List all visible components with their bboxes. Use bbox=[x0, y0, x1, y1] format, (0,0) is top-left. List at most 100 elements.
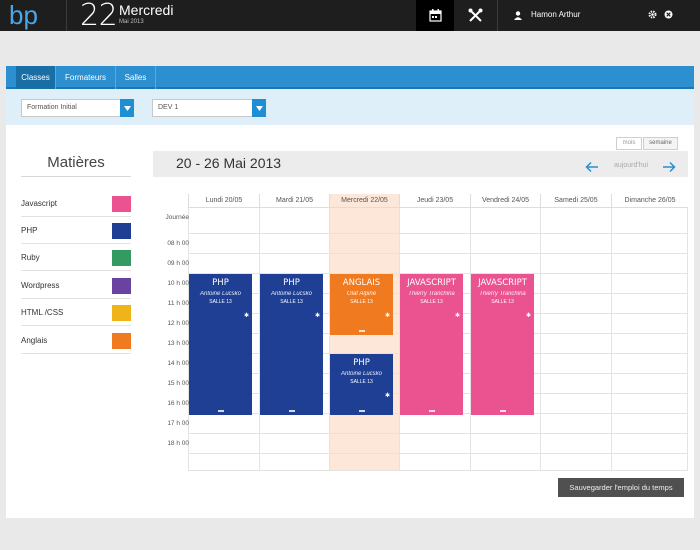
formation-select-value: Formation Initial bbox=[27, 104, 77, 111]
top-bar: bp 22 Mercredi Mai 2013 Hamon Arthur bbox=[0, 0, 700, 33]
chevron-down-icon[interactable] bbox=[252, 99, 266, 117]
gear-icon[interactable]: ✱ bbox=[244, 312, 249, 319]
chevron-down-icon[interactable] bbox=[120, 99, 134, 117]
row-label: 15 h 00 bbox=[167, 380, 189, 387]
formation-select[interactable]: Formation Initial bbox=[21, 99, 134, 117]
event-javascript-friday[interactable]: JAVASCRIPT Thierry Tranchina SALLE 13 ✱ bbox=[471, 274, 534, 415]
tab-classes[interactable]: Classes bbox=[16, 66, 56, 89]
subject-label: PHP bbox=[21, 226, 38, 235]
event-teacher: Thierry Tranchina bbox=[479, 291, 526, 297]
color-swatch[interactable] bbox=[112, 305, 131, 321]
resize-handle[interactable] bbox=[288, 410, 295, 412]
arrow-right-icon[interactable] bbox=[662, 161, 676, 173]
calendar-week-title: 20 - 26 Mai 2013 bbox=[176, 155, 282, 171]
subject-item-html-css[interactable]: HTML /CSS bbox=[21, 300, 131, 326]
event-room: SALLE 13 bbox=[350, 299, 373, 305]
resize-handle[interactable] bbox=[217, 410, 224, 412]
calendar-button[interactable] bbox=[416, 0, 454, 31]
grid-line bbox=[329, 208, 330, 470]
day-header: Mardi 21/05 bbox=[259, 194, 329, 208]
view-month-button[interactable]: mois bbox=[616, 137, 642, 150]
event-php-monday[interactable]: PHP Antoine Lucsko SALLE 13 ✱ bbox=[189, 274, 252, 415]
event-title: PHP bbox=[353, 358, 370, 368]
subject-item-php[interactable]: PHP bbox=[21, 218, 131, 244]
tab-salles[interactable]: Salles bbox=[116, 66, 156, 89]
event-php-wednesday[interactable]: PHP Antoine Lucsko SALLE 13 ✱ bbox=[330, 354, 393, 415]
event-room: SALLE 13 bbox=[280, 299, 303, 305]
calendar-icon bbox=[428, 9, 442, 22]
gear-icon[interactable]: ✱ bbox=[455, 312, 460, 319]
day-header: Samedi 25/05 bbox=[540, 194, 611, 208]
gear-icon[interactable]: ✱ bbox=[315, 312, 320, 319]
subject-label: Anglais bbox=[21, 336, 48, 345]
color-swatch[interactable] bbox=[112, 250, 131, 266]
tools-button[interactable] bbox=[456, 0, 494, 31]
classe-select[interactable]: DEV 1 bbox=[152, 99, 266, 117]
grid-line bbox=[188, 453, 688, 454]
row-label: Journée bbox=[165, 214, 190, 221]
resize-handle[interactable] bbox=[358, 330, 365, 332]
tab-formateurs[interactable]: Formateurs bbox=[56, 66, 116, 89]
event-room: SALLE 13 bbox=[420, 299, 443, 305]
subject-label: Wordpress bbox=[21, 281, 60, 290]
color-swatch[interactable] bbox=[112, 278, 131, 294]
subject-label: Ruby bbox=[21, 253, 40, 262]
color-swatch[interactable] bbox=[112, 333, 131, 349]
divider bbox=[66, 0, 67, 31]
row-label: 11 h 00 bbox=[167, 300, 189, 307]
subject-item-wordpress[interactable]: Wordpress bbox=[21, 273, 131, 299]
app-logo[interactable]: bp bbox=[8, 0, 50, 31]
event-javascript-thursday[interactable]: JAVASCRIPT Thierry Tranchina SALLE 13 ✱ bbox=[400, 274, 463, 415]
event-anglais-wednesday[interactable]: ANGLAIS Olaf Alpine SALLE 13 ✱ bbox=[330, 274, 393, 335]
subject-item-javascript[interactable]: Javascript bbox=[21, 191, 131, 217]
day-header: Vendredi 24/05 bbox=[470, 194, 540, 208]
event-teacher: Antoine Lucsko bbox=[270, 291, 313, 297]
arrow-left-icon[interactable] bbox=[585, 161, 599, 173]
grid-line bbox=[188, 433, 688, 434]
grid-line bbox=[188, 470, 688, 471]
close-icon[interactable] bbox=[664, 10, 673, 19]
event-teacher: Olaf Alpine bbox=[346, 291, 377, 297]
main-panel: Classes Formateurs Salles Formation Init… bbox=[6, 66, 694, 518]
event-title: PHP bbox=[212, 278, 229, 288]
event-title: PHP bbox=[283, 278, 300, 288]
subject-item-ruby[interactable]: Ruby bbox=[21, 245, 131, 271]
gear-icon[interactable]: ✱ bbox=[385, 312, 390, 319]
grid-line bbox=[188, 233, 688, 234]
grid-line bbox=[540, 208, 541, 470]
row-label: 12 h 00 bbox=[167, 320, 189, 327]
row-label: 10 h 00 bbox=[167, 280, 189, 287]
user-icon bbox=[514, 11, 522, 20]
resize-handle[interactable] bbox=[428, 410, 435, 412]
color-swatch[interactable] bbox=[112, 223, 131, 239]
current-month-year: Mai 2013 bbox=[119, 19, 144, 25]
grid-line bbox=[687, 208, 688, 470]
user-name[interactable]: Hamon Arthur bbox=[531, 10, 580, 19]
divider bbox=[497, 0, 498, 31]
day-header: Jeudi 23/05 bbox=[399, 194, 470, 208]
day-header: Lundi 20/05 bbox=[188, 194, 259, 208]
row-label: 17 h 00 bbox=[167, 420, 189, 427]
event-title: JAVASCRIPT bbox=[407, 278, 456, 288]
current-day-number: 22 bbox=[80, 0, 118, 33]
resize-handle[interactable] bbox=[358, 410, 365, 412]
today-link[interactable]: aujourd'hui bbox=[614, 162, 648, 169]
gear-icon[interactable]: ✱ bbox=[385, 392, 390, 399]
row-label: 14 h 00 bbox=[167, 360, 189, 367]
settings-gear-icon[interactable] bbox=[648, 10, 657, 19]
event-teacher: Antoine Lucsko bbox=[340, 371, 383, 377]
event-php-tuesday[interactable]: PHP Antoine Lucsko SALLE 13 ✱ bbox=[260, 274, 323, 415]
subject-item-anglais[interactable]: Anglais bbox=[21, 328, 131, 354]
day-header: Mercredi 22/05 bbox=[329, 194, 399, 208]
view-week-button[interactable]: semaine bbox=[643, 137, 678, 150]
subject-label: HTML /CSS bbox=[21, 308, 64, 317]
color-swatch[interactable] bbox=[112, 196, 131, 212]
row-label: 09 h 00 bbox=[167, 260, 189, 267]
grid-line bbox=[188, 253, 688, 254]
resize-handle[interactable] bbox=[499, 410, 506, 412]
row-label: 08 h 00 bbox=[167, 240, 189, 247]
today-column-highlight bbox=[329, 208, 399, 470]
row-label: 16 h 00 bbox=[167, 400, 189, 407]
gear-icon[interactable]: ✱ bbox=[526, 312, 531, 319]
save-schedule-button[interactable]: Sauvegarder l'emploi du temps bbox=[558, 478, 684, 497]
